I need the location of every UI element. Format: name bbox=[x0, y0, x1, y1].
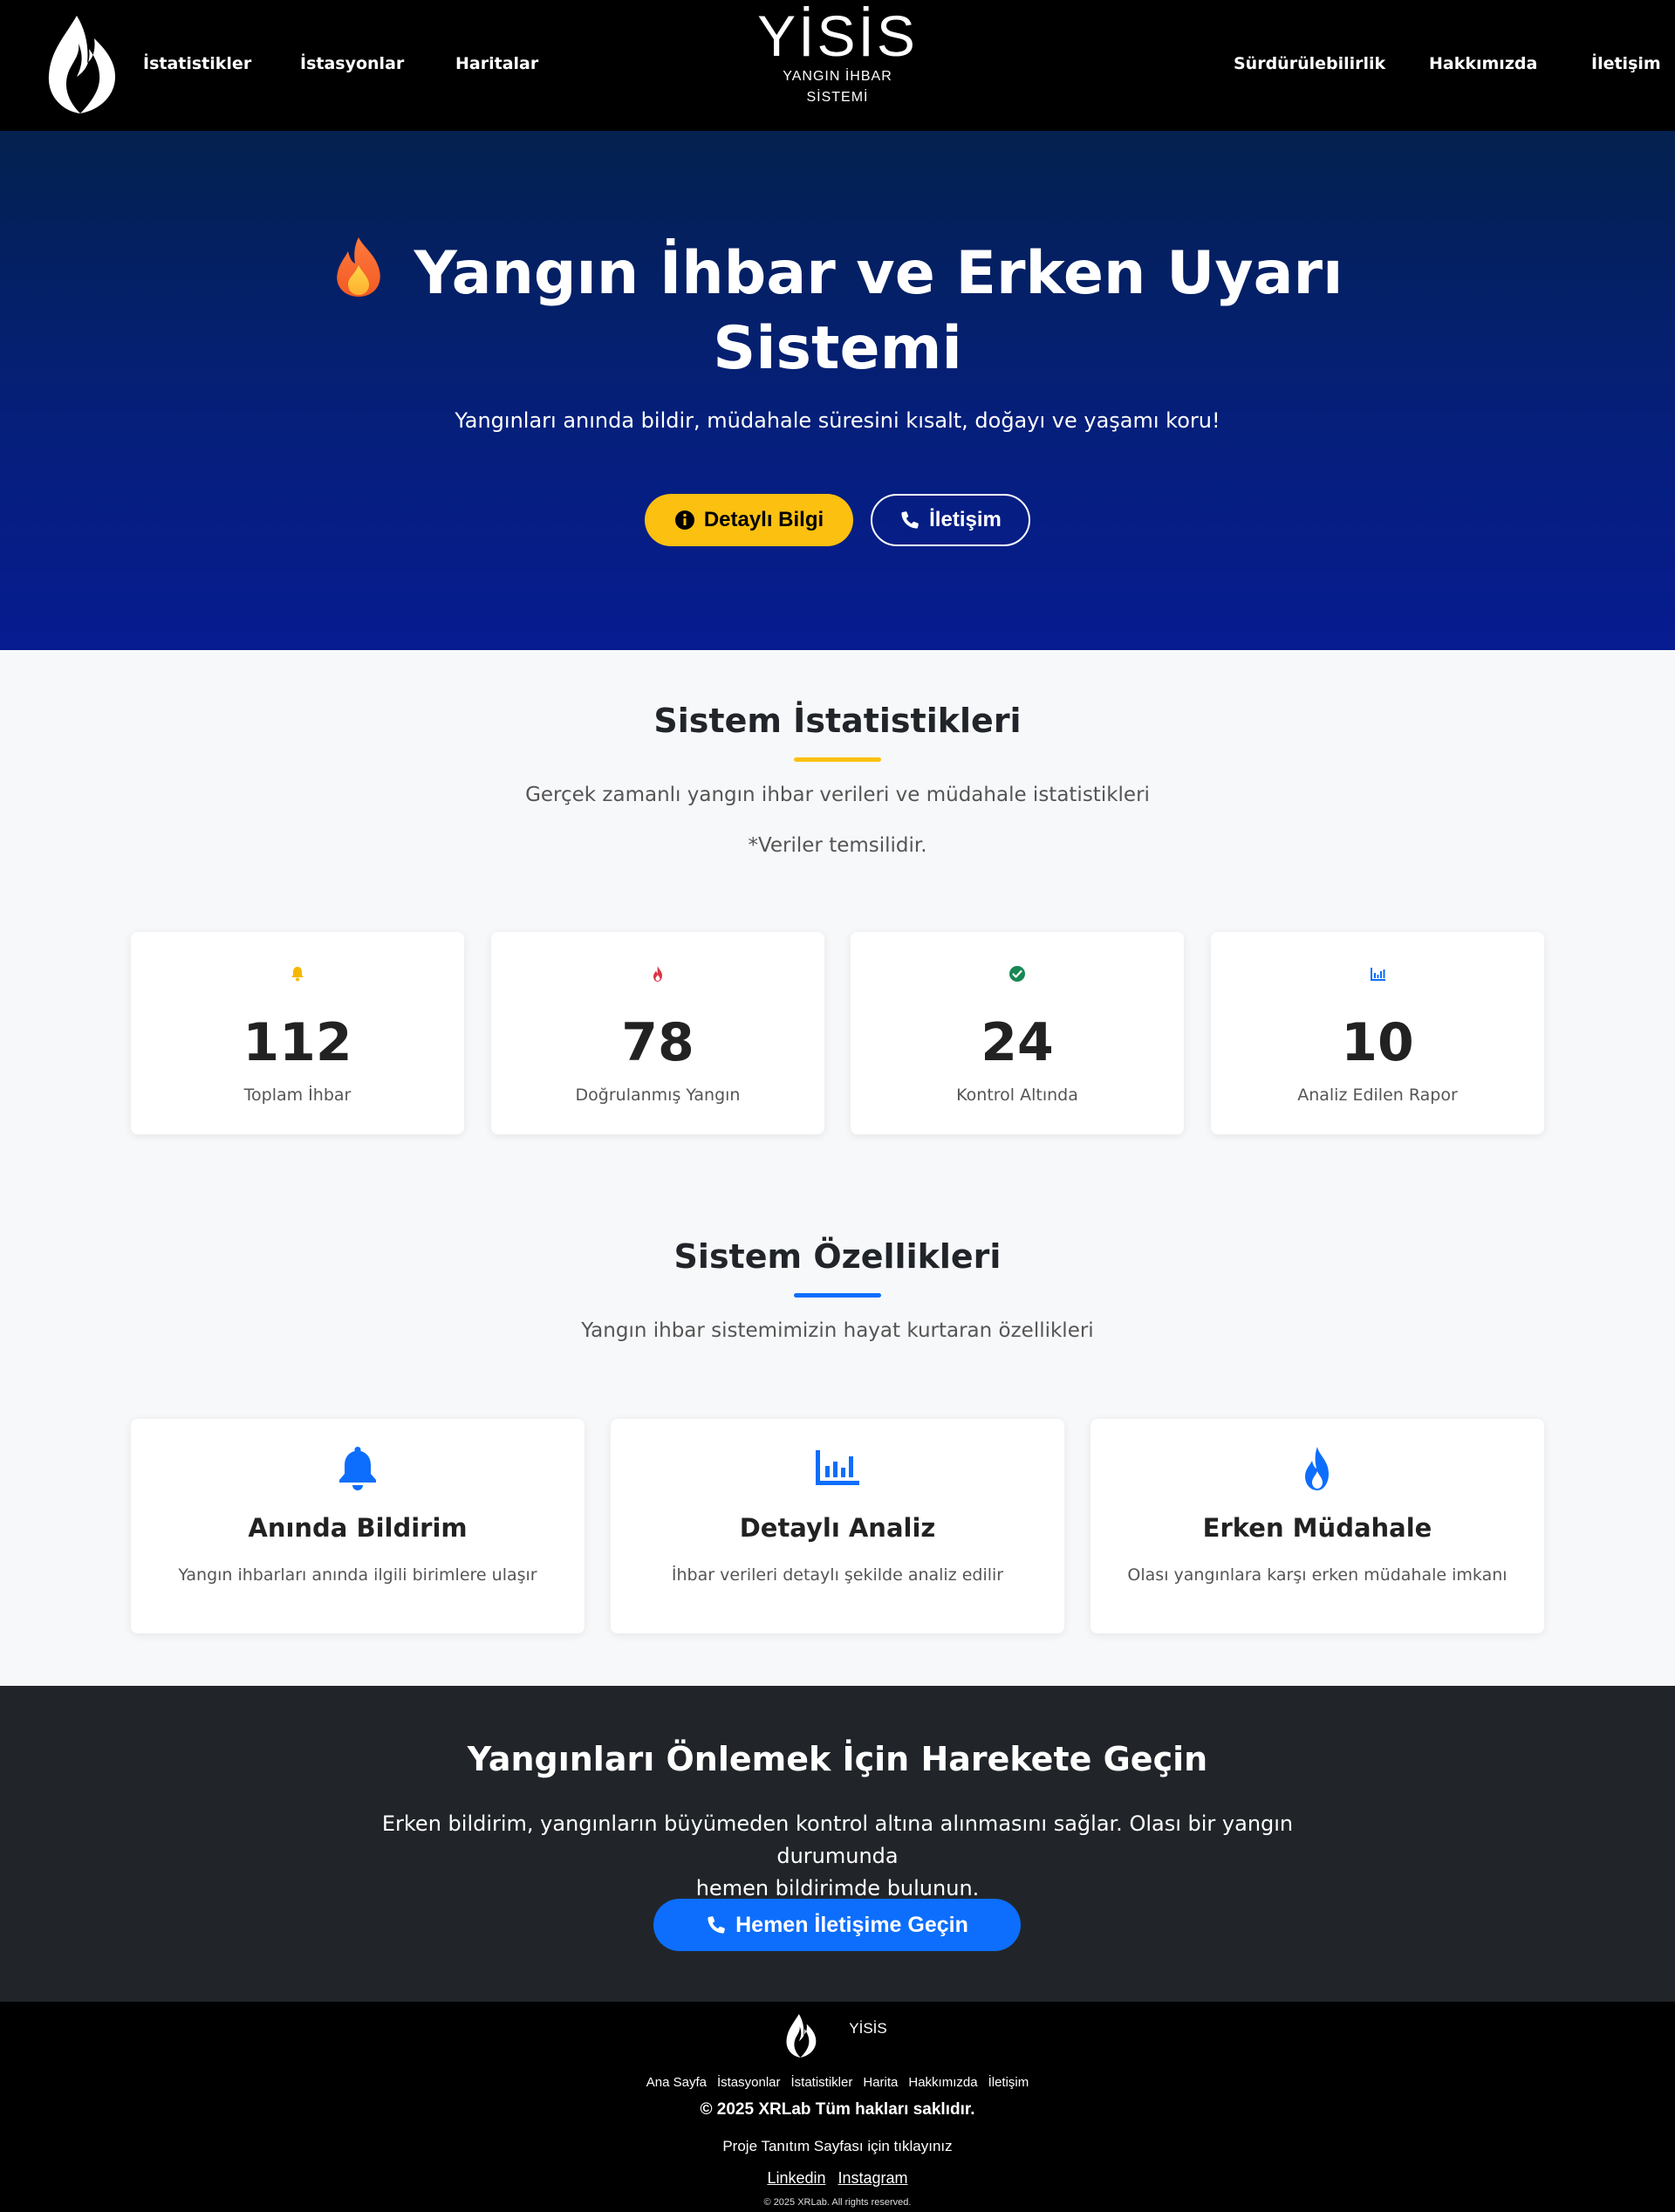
call-to-action-section: Yangınları Önlemek İçin Harekete Geçin E… bbox=[0, 1686, 1675, 2002]
features-title: Sistem Özellikleri bbox=[673, 1237, 1002, 1276]
stat-card-analyzed-reports: 10 Analiz Edilen Rapor bbox=[1211, 932, 1544, 1134]
nav-link-statistics[interactable]: İstatistikler bbox=[143, 54, 251, 73]
phone-icon bbox=[901, 511, 919, 529]
cta-description-line1: Erken bildirim, yangınların büyümeden ko… bbox=[381, 1811, 1294, 1868]
footer: YİSİS Ana Sayfa İstasyonlar İstatistikle… bbox=[0, 2002, 1675, 2212]
brand-subtitle-line1: YANGIN İHBAR bbox=[783, 69, 892, 84]
brand-logo[interactable]: YİSİS YANGIN İHBAR SİSTEMİ bbox=[750, 5, 925, 108]
footer-link-home[interactable]: Ana Sayfa bbox=[646, 2075, 707, 2090]
nav-link-contact[interactable]: İletişim bbox=[1591, 54, 1661, 73]
bell-icon bbox=[291, 967, 304, 982]
instagram-link[interactable]: Instagram bbox=[838, 2169, 908, 2188]
footer-small-copyright: © 2025 XRLab. All rights reserved. bbox=[763, 2197, 912, 2208]
hero-section: Yangın İhbar ve Erken Uyarı Sistemi Yang… bbox=[0, 131, 1675, 650]
feature-card-instant-notification: Anında Bildirim Yangın ihbarları anında … bbox=[131, 1419, 585, 1633]
feature-description: Olası yangınlara karşı erken müdahale im… bbox=[1127, 1565, 1508, 1585]
contact-now-button[interactable]: Hemen İletişime Geçin bbox=[653, 1899, 1021, 1951]
footer-social-links: Linkedin Instagram bbox=[0, 2169, 1675, 2188]
contact-button-label: İletişim bbox=[929, 508, 1002, 531]
features-title-underline bbox=[794, 1293, 881, 1298]
details-button-label: Detaylı Bilgi bbox=[703, 508, 824, 531]
footer-brand-logo[interactable]: YİSİS bbox=[848, 2021, 888, 2037]
nav-link-maps[interactable]: Haritalar bbox=[455, 54, 538, 73]
fire-icon bbox=[1305, 1447, 1329, 1490]
stats-note: *Veriler temsilidir. bbox=[748, 834, 927, 857]
top-navbar: İstatistikler İstasyonlar Haritalar YİSİ… bbox=[0, 0, 1675, 131]
check-circle-icon bbox=[1009, 966, 1025, 982]
footer-link-contact[interactable]: İletişim bbox=[988, 2075, 1029, 2090]
cta-title: Yangınları Önlemek İçin Harekete Geçin bbox=[467, 1740, 1208, 1778]
feature-card-early-response: Erken Müdahale Olası yangınlara karşı er… bbox=[1090, 1419, 1544, 1633]
details-button[interactable]: Detaylı Bilgi bbox=[645, 494, 853, 546]
contact-now-button-label: Hemen İletişime Geçin bbox=[735, 1912, 968, 1937]
feature-description: Yangın ihbarları anında ilgili birimlere… bbox=[178, 1565, 537, 1585]
stat-card-total-reports: 112 Toplam İhbar bbox=[131, 932, 464, 1134]
stats-title-underline bbox=[794, 757, 881, 762]
footer-links: Ana Sayfa İstasyonlar İstatistikler Hari… bbox=[0, 2075, 1675, 2090]
stat-value: 10 bbox=[1341, 1012, 1414, 1073]
feature-title: Detaylı Analiz bbox=[739, 1513, 936, 1543]
stats-description: Gerçek zamanlı yangın ihbar verileri ve … bbox=[525, 784, 1150, 806]
phone-icon bbox=[708, 1916, 725, 1934]
flame-logo-icon[interactable] bbox=[42, 12, 120, 117]
chart-bar-icon bbox=[1371, 968, 1385, 981]
info-circle-icon bbox=[674, 510, 694, 530]
feature-title: Anında Bildirim bbox=[248, 1513, 468, 1543]
footer-link-map[interactable]: Harita bbox=[863, 2075, 898, 2090]
brand-name: YİSİS bbox=[757, 3, 918, 68]
hero-title-line1: Yangın İhbar ve Erken Uyarı bbox=[414, 239, 1343, 308]
bell-icon bbox=[339, 1447, 376, 1490]
cta-description: Erken bildirim, yangınların büyümeden ko… bbox=[358, 1808, 1317, 1905]
stat-label: Doğrulanmış Yangın bbox=[575, 1085, 741, 1105]
stat-card-under-control: 24 Kontrol Altında bbox=[851, 932, 1184, 1134]
nav-link-stations[interactable]: İstasyonlar bbox=[300, 54, 404, 73]
stats-title: Sistem İstatistikleri bbox=[653, 702, 1022, 740]
feature-card-detailed-analysis: Detaylı Analiz İhbar verileri detaylı şe… bbox=[611, 1419, 1064, 1633]
cta-description-line2: hemen bildirimde bulunun. bbox=[695, 1876, 980, 1900]
fire-emoji-icon bbox=[336, 237, 380, 297]
footer-link-stations[interactable]: İstasyonlar bbox=[717, 2075, 781, 2090]
contact-button[interactable]: İletişim bbox=[871, 494, 1030, 546]
stat-value: 112 bbox=[243, 1012, 352, 1073]
nav-link-sustainability[interactable]: Sürdürülebilirlik bbox=[1234, 54, 1385, 73]
flame-logo-icon[interactable] bbox=[783, 2012, 818, 2059]
stat-label: Analiz Edilen Rapor bbox=[1297, 1085, 1458, 1105]
fire-icon bbox=[653, 966, 662, 982]
stat-label: Toplam İhbar bbox=[243, 1085, 352, 1105]
feature-title: Erken Müdahale bbox=[1202, 1513, 1432, 1543]
feature-description: İhbar verileri detaylı şekilde analiz ed… bbox=[671, 1565, 1004, 1585]
footer-copyright: © 2025 XRLab Tüm hakları saklıdır. bbox=[700, 2100, 975, 2119]
footer-project-link[interactable]: Proje Tanıtım Sayfası için tıklayınız bbox=[0, 2138, 1675, 2155]
hero-title: Yangın İhbar ve Erken Uyarı Sistemi bbox=[314, 236, 1361, 387]
footer-link-statistics[interactable]: İstatistikler bbox=[791, 2075, 853, 2090]
hero-title-line2: Sistemi bbox=[713, 314, 962, 383]
stat-value: 24 bbox=[981, 1012, 1054, 1073]
stat-label: Kontrol Altında bbox=[956, 1085, 1078, 1105]
footer-link-about[interactable]: Hakkımızda bbox=[908, 2075, 977, 2090]
stat-card-verified-fires: 78 Doğrulanmış Yangın bbox=[491, 932, 824, 1134]
features-description: Yangın ihbar sistemimizin hayat kurtaran… bbox=[581, 1319, 1094, 1342]
hero-subtitle: Yangınları anında bildir, müdahale süres… bbox=[455, 408, 1220, 433]
brand-subtitle-line2: SİSTEMİ bbox=[806, 90, 869, 105]
footer-brand-name: YİSİS bbox=[849, 2020, 887, 2037]
stat-value: 78 bbox=[621, 1012, 694, 1073]
linkedin-link[interactable]: Linkedin bbox=[767, 2169, 825, 2188]
chart-bar-icon bbox=[816, 1450, 859, 1485]
nav-link-about[interactable]: Hakkımızda bbox=[1429, 54, 1537, 73]
